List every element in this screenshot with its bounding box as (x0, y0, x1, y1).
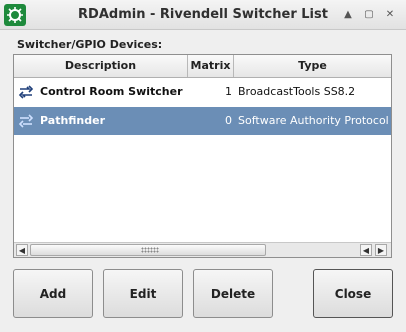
maximize-icon[interactable]: ▢ (361, 7, 377, 23)
delete-button[interactable]: Delete (193, 269, 273, 318)
column-matrix[interactable]: Matrix (188, 55, 234, 77)
horizontal-scrollbar[interactable]: ◀ ◀ ▶ (14, 242, 391, 257)
column-type[interactable]: Type (234, 55, 391, 77)
scroll-left-arrow-icon[interactable]: ◀ (360, 244, 372, 256)
scroll-left-arrow-icon[interactable]: ◀ (16, 244, 28, 256)
row-description: Control Room Switcher (40, 85, 183, 98)
roll-up-icon[interactable]: ▲ (340, 7, 356, 23)
row-type: BroadcastTools SS8.2 (238, 85, 356, 98)
row-matrix: 1 (225, 85, 232, 98)
add-button[interactable]: Add (13, 269, 93, 318)
scrollbar-grip (141, 247, 159, 253)
list-row[interactable]: Control Room Switcher 1 BroadcastTools S… (14, 78, 391, 106)
row-matrix: 0 (225, 114, 232, 127)
list-header: Description Matrix Type (14, 55, 391, 78)
title-bar: RDAdmin - Rivendell Switcher List ▲ ▢ ✕ (0, 0, 406, 30)
edit-button[interactable]: Edit (103, 269, 183, 318)
scroll-right-arrow-icon[interactable]: ▶ (375, 244, 387, 256)
devices-label: Switcher/GPIO Devices: (17, 38, 163, 51)
switcher-arrows-icon (18, 113, 34, 129)
close-button[interactable]: Close (313, 269, 393, 318)
switcher-arrows-icon (18, 84, 34, 100)
scrollbar-thumb[interactable] (30, 244, 266, 256)
row-description: Pathfinder (40, 114, 106, 127)
list-row-selected[interactable]: Pathfinder 0 Software Authority Protocol (14, 107, 391, 135)
switcher-list[interactable]: Description Matrix Type Control Room Swi… (13, 54, 392, 258)
close-icon[interactable]: ✕ (382, 7, 398, 23)
column-description[interactable]: Description (14, 55, 188, 77)
row-type: Software Authority Protocol (238, 114, 389, 127)
